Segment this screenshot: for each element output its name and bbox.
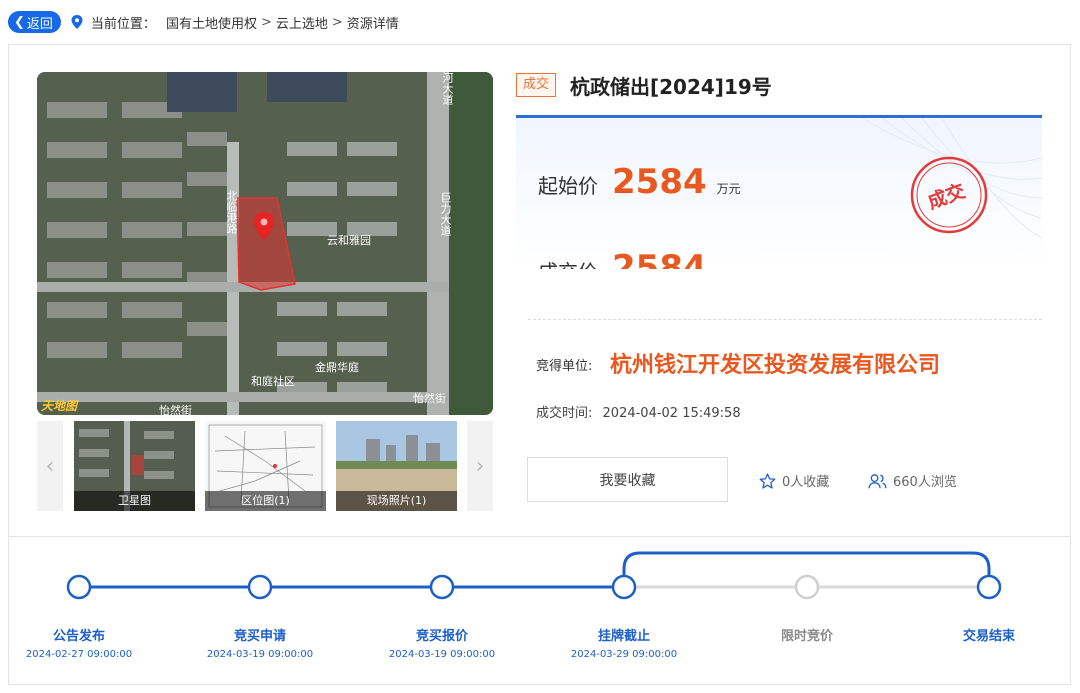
users-icon xyxy=(868,473,887,488)
timeline-step-listing-close: 挂牌截止 xyxy=(597,629,650,644)
timeline-step-date: 2024-03-29 09:00:00 xyxy=(570,649,678,660)
thumbnail-strip: ‹ 卫星图 区位图(1) 现场照片(1) › xyxy=(37,421,493,511)
timeline-track-graphic xyxy=(66,551,1002,600)
divider-dashed xyxy=(528,319,1042,320)
location-pin-icon xyxy=(71,15,83,29)
views-count: 660人浏览 xyxy=(893,475,957,490)
map-label-estate-1: 云和雅园 xyxy=(327,234,371,247)
thumbnail-site-photo[interactable]: 现场照片(1) xyxy=(336,421,457,511)
thumbnail-caption: 卫星图 xyxy=(74,491,195,511)
star-icon xyxy=(759,472,776,489)
favorites-stat[interactable]: 0人收藏 xyxy=(759,471,829,490)
deal-time: 成交时间: 2024-04-02 15:49:58 xyxy=(536,402,741,421)
breadcrumb-separator: > xyxy=(260,14,272,30)
chevron-right-icon: › xyxy=(475,453,485,479)
map-label-road-east: 巨力大道 xyxy=(439,192,452,236)
thumbnail-caption: 现场照片(1) xyxy=(336,491,457,511)
back-button[interactable]: ❮ 返回 xyxy=(8,11,61,33)
deal-time-label: 成交时间: xyxy=(536,406,593,421)
back-button-label: 返回 xyxy=(26,16,53,32)
timeline-step-announcement: 公告发布 xyxy=(52,629,105,644)
deal-price-value: 2584 xyxy=(612,248,707,269)
favorites-count: 0人收藏 xyxy=(782,475,830,490)
chevron-left-icon: ‹ xyxy=(45,453,55,479)
map-label-road-south-2: 怡然街 xyxy=(413,392,446,405)
satellite-map-image[interactable]: 北临港路 巨力大道 河大道 云和雅园 金鼎华庭 和庭社区 怡然街 怡然街 天地图 xyxy=(37,72,493,415)
start-price-value: 2584 xyxy=(612,162,707,202)
map-label-community: 和庭社区 xyxy=(251,375,295,388)
map-label-road-top: 河大道 xyxy=(441,72,454,105)
deal-price-row: 成交价 2584 万元 xyxy=(538,248,741,269)
thumbnail-prev-button[interactable]: ‹ xyxy=(37,421,63,511)
map-label-road-south-1: 怡然街 xyxy=(159,404,192,415)
thumbnail-next-button[interactable]: › xyxy=(467,421,493,511)
resource-detail-card: 北临港路 巨力大道 河大道 云和雅园 金鼎华庭 和庭社区 怡然街 怡然街 天地图… xyxy=(8,44,1071,685)
status-badge: 成交 xyxy=(516,73,557,97)
start-price-unit: 万元 xyxy=(716,182,741,196)
map-watermark-logo: 天地图 xyxy=(41,399,78,413)
start-price-label: 起始价 xyxy=(538,174,598,198)
breadcrumb-item-cloud-select[interactable]: 云上选地 xyxy=(276,13,328,32)
breadcrumb-item-land-rights[interactable]: 国有土地使用权 xyxy=(166,13,257,32)
deal-time-value: 2024-04-02 15:49:58 xyxy=(602,406,741,421)
thumbnail-satellite[interactable]: 卫星图 xyxy=(74,421,195,511)
transaction-timeline: 公告发布 2024-02-27 09:00:00 竞买申请 2024-03-19… xyxy=(9,545,1070,685)
winner-name: 杭州钱江开发区投资发展有限公司 xyxy=(610,353,941,378)
deal-price-label: 成交价 xyxy=(538,256,598,269)
page-title: 杭政储出[2024]19号 xyxy=(570,75,772,99)
map-label-estate-2: 金鼎华庭 xyxy=(315,361,359,374)
breadcrumb-item-resource-detail: 资源详情 xyxy=(346,16,399,32)
map-label-road-north: 北临港路 xyxy=(225,190,238,234)
timeline-step-application: 竞买申请 xyxy=(233,629,286,644)
timeline-step-trade-end: 交易结束 xyxy=(962,629,1015,644)
breadcrumb-separator: > xyxy=(331,14,343,30)
breadcrumb-bar: ❮ 返回 当前位置： 国有土地使用权 > 云上选地 > 资源详情 xyxy=(8,8,399,36)
deal-price-unit: 万元 xyxy=(717,266,741,269)
thumbnail-caption: 区位图(1) xyxy=(205,491,326,511)
thumbnail-location-map[interactable]: 区位图(1) xyxy=(205,421,326,511)
views-stat: 660人浏览 xyxy=(868,471,957,490)
deal-stamp: 成交 xyxy=(909,155,989,235)
timeline-step-date: 2024-02-27 09:00:00 xyxy=(25,649,133,660)
timeline-step-bidding: 竞买报价 xyxy=(415,629,468,644)
satellite-map-graphic xyxy=(37,72,493,415)
timeline-step-timed-bidding: 限时竞价 xyxy=(780,629,833,644)
start-price-row: 起始价 2584 万元 xyxy=(538,162,741,202)
favorite-button[interactable]: 我要收藏 xyxy=(527,457,728,502)
winner-label: 竞得单位: xyxy=(536,359,593,374)
chevron-left-icon: ❮ xyxy=(14,14,25,30)
section-divider xyxy=(9,536,1070,537)
timeline-step-date: 2024-03-19 09:00:00 xyxy=(388,649,496,660)
location-label: 当前位置： xyxy=(90,16,156,32)
timeline-step-date: 2024-03-19 09:00:00 xyxy=(206,649,314,660)
